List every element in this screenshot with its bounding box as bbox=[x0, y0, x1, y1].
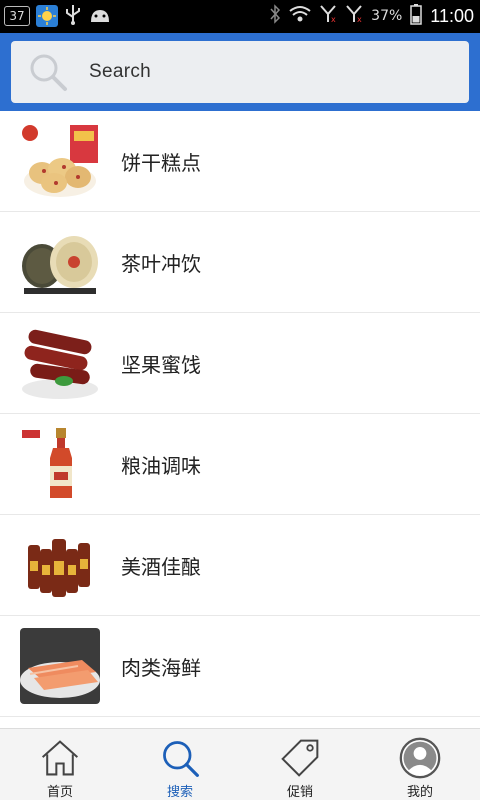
nav-label: 首页 bbox=[46, 785, 73, 800]
search-placeholder: Search bbox=[89, 61, 152, 82]
search-input[interactable]: Search bbox=[11, 41, 469, 103]
search-icon bbox=[163, 741, 199, 777]
category-list: 饼干糕点 茶叶冲饮 坚果蜜饯 粮油调味 美酒佳酿 肉类海鲜 bbox=[0, 111, 480, 717]
list-item[interactable]: 粮油调味 bbox=[0, 414, 480, 515]
category-label: 粮油调味 bbox=[121, 453, 201, 478]
svg-text:x: x bbox=[331, 15, 336, 24]
nav-search[interactable]: 搜索 bbox=[120, 729, 240, 800]
list-item[interactable]: 美酒佳酿 bbox=[0, 515, 480, 616]
wifi-icon bbox=[289, 5, 311, 27]
status-right: x x 37% 11:00 bbox=[269, 4, 474, 28]
bottom-nav: 首页 搜索 促销 我的 bbox=[0, 728, 480, 800]
battery-percent: 37% bbox=[371, 8, 403, 24]
nav-label: 促销 bbox=[286, 785, 313, 800]
nav-home[interactable]: 首页 bbox=[0, 729, 120, 800]
sauce-bottle-thumbnail bbox=[20, 426, 100, 502]
tea-cake-thumbnail bbox=[20, 224, 100, 300]
android-icon bbox=[88, 4, 112, 28]
wine-bottles-thumbnail bbox=[20, 527, 100, 603]
clock: 11:00 bbox=[430, 5, 474, 26]
profile-icon bbox=[399, 737, 441, 779]
bluetooth-icon bbox=[269, 4, 281, 28]
signal-2-icon: x bbox=[345, 4, 363, 28]
cookies-thumbnail bbox=[20, 123, 100, 199]
nav-profile[interactable]: 我的 bbox=[360, 729, 480, 800]
category-label: 坚果蜜饯 bbox=[121, 352, 201, 377]
list-item[interactable]: 茶叶冲饮 bbox=[0, 212, 480, 313]
nav-label: 搜索 bbox=[166, 785, 193, 800]
list-item[interactable]: 肉类海鲜 bbox=[0, 616, 480, 717]
weather-icon bbox=[36, 5, 58, 27]
svg-text:x: x bbox=[357, 15, 362, 24]
meat-slices-thumbnail bbox=[20, 628, 100, 704]
category-label: 肉类海鲜 bbox=[121, 655, 201, 680]
tag-icon bbox=[281, 739, 319, 777]
nav-promotions[interactable]: 促销 bbox=[240, 729, 360, 800]
signal-1-icon: x bbox=[319, 4, 337, 28]
home-icon bbox=[41, 740, 79, 776]
nav-label: 我的 bbox=[406, 785, 433, 800]
list-item[interactable]: 坚果蜜饯 bbox=[0, 313, 480, 414]
category-label: 美酒佳酿 bbox=[121, 554, 201, 579]
search-icon bbox=[30, 54, 67, 91]
status-bar: 37 x x 37% 11:00 bbox=[0, 0, 480, 33]
list-item[interactable]: 饼干糕点 bbox=[0, 111, 480, 212]
usb-icon bbox=[64, 3, 82, 29]
category-label: 茶叶冲饮 bbox=[121, 251, 201, 276]
notification-count: 37 bbox=[4, 6, 30, 26]
fruit-roll-thumbnail bbox=[20, 325, 100, 401]
search-header: Search bbox=[0, 33, 480, 111]
category-label: 饼干糕点 bbox=[121, 150, 201, 175]
battery-icon bbox=[410, 3, 423, 29]
status-left: 37 bbox=[4, 4, 112, 28]
